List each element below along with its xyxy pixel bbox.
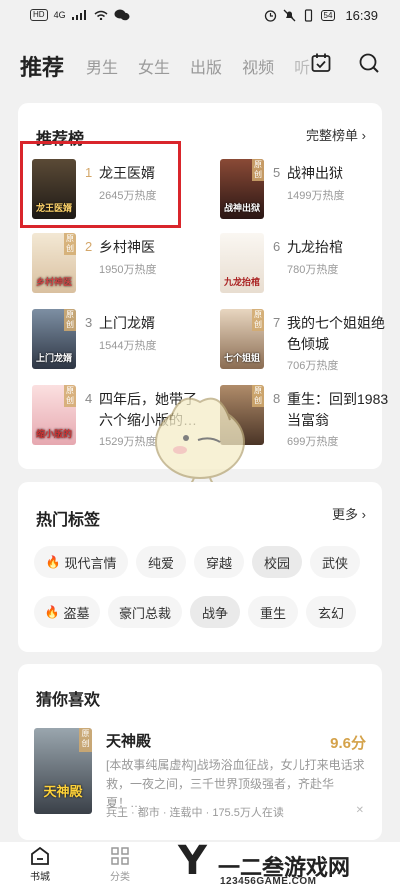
battery-indicator: 54 xyxy=(320,9,336,21)
hot-tags-title: 热门标签 xyxy=(36,512,101,529)
book-score: 9.6分 xyxy=(330,735,366,752)
grid-icon xyxy=(111,847,129,865)
book-cover: 原创 上门龙婿 xyxy=(32,309,76,369)
site-watermark: Y 一二叁游戏网 123456GAME.COM xyxy=(170,838,400,887)
tab-listen[interactable]: 听 xyxy=(294,54,310,78)
rank-number: 8 xyxy=(273,391,281,406)
network-indicator: 4G xyxy=(53,10,66,20)
rank-item-6[interactable]: 九龙抬棺 6 九龙抬棺 780万热度 xyxy=(220,233,392,297)
tag-chip[interactable]: 武侠 xyxy=(310,546,360,578)
rank-number: 4 xyxy=(85,391,93,406)
rank-number: 3 xyxy=(85,315,93,330)
tab-publish[interactable]: 出版 xyxy=(190,54,222,78)
tab-male[interactable]: 男生 xyxy=(86,54,118,78)
tag-chip[interactable]: 校园 xyxy=(252,546,302,578)
home-icon xyxy=(31,846,49,865)
hd-badge: HD xyxy=(30,9,48,21)
top-tabs: 推荐 男生 女生 出版 视频 听 xyxy=(0,40,400,92)
full-ranking-link[interactable]: 完整榜单 › xyxy=(306,125,366,144)
book-cover: 原创 缩小版的 xyxy=(32,385,76,445)
watermark-url: 123456GAME.COM xyxy=(220,876,317,887)
rank-item-2[interactable]: 原创 乡村神医 2 乡村神医 1950万热度 xyxy=(32,233,204,297)
rank-number: 6 xyxy=(273,239,281,254)
book-name[interactable]: 天神殿 xyxy=(106,730,151,751)
nav-category[interactable]: 分类 xyxy=(100,846,140,883)
nav-bookstore[interactable]: 书城 xyxy=(20,846,60,883)
rank-item-5[interactable]: 原创 战神出狱 5 战神出狱 1499万热度 xyxy=(220,159,392,223)
book-cover: 原创 战神出狱 xyxy=(220,159,264,219)
tag-chip[interactable]: 豪门总裁 xyxy=(108,596,182,628)
book-name: 战神出狱 xyxy=(287,165,343,181)
fire-icon: 🔥 xyxy=(45,555,61,569)
book-name: 重生：回到1983当富翁 xyxy=(287,391,389,428)
book-name: 九龙抬棺 xyxy=(287,239,343,255)
book-cover: 原创 七个姐姐 xyxy=(220,309,264,369)
rank-item-3[interactable]: 原创 上门龙婿 3 上门龙婿 1544万热度 xyxy=(32,309,204,373)
wechat-icon xyxy=(114,9,130,21)
book-heat: 706万热度 xyxy=(287,360,339,372)
dismiss-icon[interactable]: ✕ xyxy=(356,805,364,816)
tag-chip[interactable]: 玄幻 xyxy=(306,596,356,628)
guess-title: 猜你喜欢 xyxy=(36,692,101,709)
signal-icon xyxy=(71,10,86,20)
book-heat: 780万热度 xyxy=(287,264,339,276)
tab-recommend[interactable]: 推荐 xyxy=(20,50,64,82)
rank-item-7[interactable]: 原创 七个姐姐 7 我的七个姐姐绝色倾城 706万热度 xyxy=(220,309,392,373)
rank-number: 5 xyxy=(273,165,281,180)
guess-you-like-card: 猜你喜欢 原创 天神殿 天神殿 9.6分 [本故事纯属虚构]战场浴血征战，女儿打… xyxy=(18,664,382,840)
tab-video[interactable]: 视频 xyxy=(242,54,274,78)
book-heat: 699万热度 xyxy=(287,436,339,448)
checkin-calendar-icon[interactable] xyxy=(310,52,332,74)
alarm-icon xyxy=(264,9,276,22)
book-cover: 原创 乡村神医 xyxy=(32,233,76,293)
tag-chip[interactable]: 战争 xyxy=(190,596,240,628)
tag-chip[interactable]: 🔥 盗墓 xyxy=(34,596,100,628)
mute-icon xyxy=(283,9,296,21)
rank-number: 7 xyxy=(273,315,281,330)
highlight-box xyxy=(20,141,181,228)
watermark-letter: Y xyxy=(178,838,207,884)
hot-tags-card: 热门标签 更多 › 🔥 现代言情 纯爱 穿越 校园 武侠 🔥 盗墓 豪门总裁 战争 … xyxy=(18,482,382,652)
tag-chip[interactable]: 🔥 现代言情 xyxy=(34,546,128,578)
book-name: 我的七个姐姐绝色倾城 xyxy=(287,315,385,352)
more-tags-link[interactable]: 更多 › xyxy=(332,504,366,523)
book-name: 乡村神医 xyxy=(99,239,155,255)
tab-female[interactable]: 女生 xyxy=(138,54,170,78)
book-cover[interactable]: 原创 天神殿 xyxy=(34,728,92,814)
book-cover: 九龙抬棺 xyxy=(220,233,264,293)
status-bar: HD 4G 54 16:39 xyxy=(0,0,400,30)
rank-number: 2 xyxy=(85,239,93,254)
clock: 16:39 xyxy=(345,7,378,23)
tag-chip[interactable]: 穿越 xyxy=(194,546,244,578)
book-heat: 1950万热度 xyxy=(99,264,157,276)
book-heat: 1499万热度 xyxy=(287,190,345,202)
tag-chip[interactable]: 纯爱 xyxy=(136,546,186,578)
book-meta: 兵王 · 都市 · 连载中 · 175.5万人在读 xyxy=(106,807,284,819)
search-icon[interactable] xyxy=(358,52,380,74)
vibrate-icon xyxy=(304,8,312,22)
book-heat: 1544万热度 xyxy=(99,340,157,352)
book-name: 上门龙婿 xyxy=(99,315,155,331)
mascot-watermark xyxy=(155,397,245,488)
tag-chip[interactable]: 重生 xyxy=(248,596,298,628)
fire-icon: 🔥 xyxy=(44,605,60,619)
wifi-icon xyxy=(94,10,108,20)
